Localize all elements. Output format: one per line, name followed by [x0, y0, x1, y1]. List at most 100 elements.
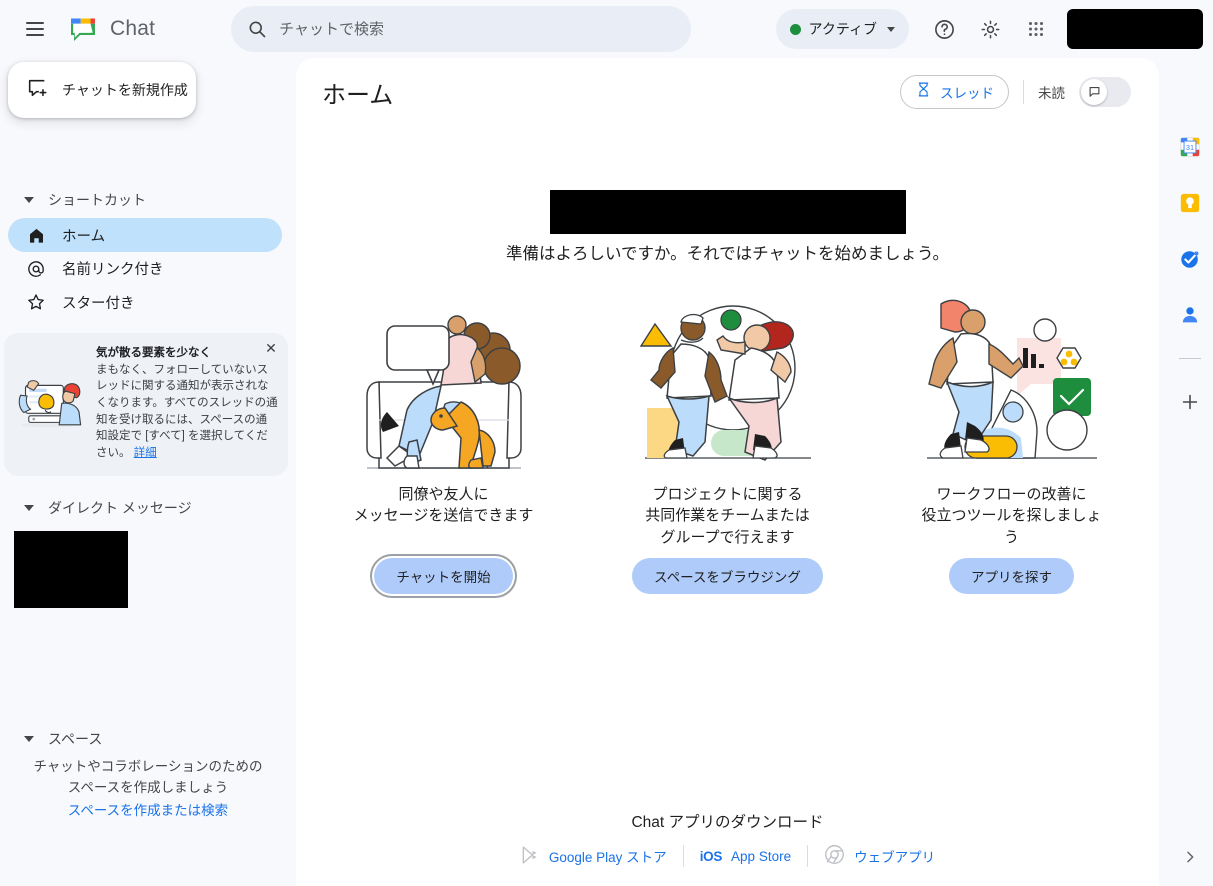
find-apps-button[interactable]: アプリを探す	[949, 558, 1074, 594]
shortcuts-title: ショートカット	[48, 192, 146, 209]
shortcuts-section-header[interactable]: ショートカット	[0, 183, 296, 219]
onboarding-card: プロジェクトに関する 共同作業をチームまたは グループで行えます スペースをブラ…	[614, 290, 842, 594]
chevron-down-icon	[24, 736, 34, 743]
promo-text: 気が散る要素を少なくまもなく、フォローしていないスレッドに関する通知が表示されな…	[96, 345, 278, 462]
chevron-down-icon	[887, 26, 895, 32]
sidebar-item-starred[interactable]: スター付き	[8, 285, 282, 319]
app-body: チャットを新規作成 ショートカット ホーム 名前リンク付き スター付き ✕ 気が…	[0, 58, 1213, 886]
app-store-link[interactable]: iOS App Store	[684, 849, 807, 864]
google-chat-logo	[68, 14, 98, 44]
mention-at-icon	[26, 259, 46, 279]
chrome-icon	[824, 844, 845, 868]
spaces-empty-state: チャットやコラボレーションのための スペースを作成しましょう スペースを作成また…	[0, 757, 296, 886]
top-bar: Chat アクティブ	[0, 0, 1213, 58]
search-icon	[247, 19, 267, 39]
google-keep-icon[interactable]	[1173, 186, 1207, 220]
google-play-link[interactable]: Google Play ストア	[504, 845, 683, 868]
add-icon[interactable]	[1173, 385, 1207, 419]
home-icon	[26, 225, 46, 245]
toggle-knob	[1081, 79, 1107, 105]
promo-body: まもなく、フォローしていないスレッドに関する通知が表示されなくなります。すべての…	[96, 363, 278, 460]
browse-spaces-button[interactable]: スペースをブラウジング	[632, 558, 823, 594]
help-icon[interactable]	[923, 8, 965, 50]
sidebar-item-home[interactable]: ホーム	[8, 218, 282, 252]
brand: Chat	[68, 14, 155, 44]
new-chat-label: チャットを新規作成	[62, 82, 188, 98]
calendar-day-number: 31	[1186, 143, 1194, 152]
app-store-label: App Store	[731, 848, 792, 864]
chat-app-window: Chat アクティブ	[0, 0, 1213, 886]
sidebar-item-mentions[interactable]: 名前リンク付き	[8, 252, 282, 286]
divider	[1179, 358, 1201, 359]
main-body: 準備はよろしいですか。それではチャットを始めましょう。 同僚や友人に メッセージ…	[296, 126, 1159, 886]
download-apps-section: Chat アプリのダウンロード Google Play ストア iOS App …	[296, 810, 1159, 868]
close-icon[interactable]: ✕	[262, 339, 280, 357]
chevron-down-icon	[24, 504, 34, 511]
card-text-line: メッセージを送信できます	[353, 507, 534, 525]
google-play-icon	[520, 845, 540, 868]
page-title: ホーム	[322, 81, 394, 109]
promo-title: 気が散る要素を少なく	[96, 347, 211, 360]
sidebar-item-label: 名前リンク付き	[62, 262, 164, 279]
search-input[interactable]	[279, 20, 676, 38]
web-app-link[interactable]: ウェブアプリ	[808, 844, 951, 868]
direct-messages-title: ダイレクト メッセージ	[48, 499, 192, 516]
card-text-line: 同僚や友人に	[398, 486, 489, 503]
search-container	[231, 6, 692, 52]
new-chat-button[interactable]: チャットを新規作成	[8, 62, 196, 118]
sidebar-item-label: ホーム	[62, 228, 106, 245]
star-icon	[26, 292, 46, 312]
threads-filter-chip[interactable]: スレッド	[900, 75, 1009, 109]
google-tasks-icon[interactable]	[1173, 242, 1207, 276]
card-text-line: う	[1003, 528, 1019, 546]
chevron-right-icon[interactable]	[1175, 842, 1205, 872]
main-panel-container: ホーム スレッド 未読 準備はよろしいですか。それではチャットを始めましょう。 …	[296, 58, 1167, 886]
unread-flag-icon	[1089, 86, 1099, 97]
spaces-empty-line1: チャットやコラボレーションのための	[33, 759, 263, 775]
status-dot-icon	[789, 23, 801, 35]
card-text-line: ワークフローの改善に	[936, 486, 1087, 503]
hamburger-menu-icon[interactable]	[18, 12, 52, 46]
welcome-subtitle: 準備はよろしいですか。それではチャットを始めましょう。	[505, 245, 950, 263]
status-selector[interactable]: アクティブ	[775, 9, 909, 49]
person-on-chair-with-dog-illustration	[349, 290, 539, 480]
brand-name: Chat	[110, 17, 156, 40]
card-text-line: プロジェクトに関する	[652, 486, 803, 503]
new-chat-icon	[26, 77, 48, 104]
main-header-actions: スレッド 未読	[900, 75, 1131, 109]
promo-learn-more-link[interactable]: 詳細	[134, 447, 157, 459]
create-or-find-space-link[interactable]: スペースを作成または検索	[68, 803, 228, 818]
google-contacts-icon[interactable]	[1173, 298, 1207, 332]
card-text-line: グループで行えます	[660, 528, 795, 546]
person-with-tools-illustration	[917, 290, 1107, 480]
settings-gear-icon[interactable]	[969, 8, 1011, 50]
direct-message-item[interactable]	[14, 531, 128, 608]
card-text: プロジェクトに関する 共同作業をチームまたは グループで行えます	[645, 484, 810, 548]
person-with-bell-illustration	[14, 370, 88, 437]
google-play-label: Google Play ストア	[548, 850, 667, 865]
spaces-section-header[interactable]: スペース	[0, 722, 296, 758]
greeting-redacted	[549, 190, 906, 234]
promo-notification-card: ✕ 気が散る要素を少なく まもなく、フォローしていないスレッドに関する通知が表示…	[4, 333, 288, 476]
unread-filter-label: 未読	[1038, 86, 1065, 101]
start-chat-button[interactable]: チャットを開始	[374, 558, 513, 594]
google-calendar-icon[interactable]: 31	[1173, 130, 1207, 164]
onboarding-card: 同僚や友人に メッセージを送信できます チャットを開始	[330, 290, 558, 594]
unread-filter-toggle[interactable]	[1079, 77, 1131, 107]
direct-messages-section-header[interactable]: ダイレクト メッセージ	[0, 490, 296, 526]
google-apps-grid-icon[interactable]	[1015, 8, 1057, 50]
account-avatar[interactable]	[1067, 9, 1203, 49]
web-app-label: ウェブアプリ	[854, 850, 936, 865]
sidebar-item-label: スター付き	[62, 295, 135, 312]
threads-filter-icon	[915, 81, 932, 103]
threads-filter-label: スレッド	[940, 86, 994, 101]
card-text-line: 役立つツールを探しましょ	[921, 507, 1102, 525]
divider	[1023, 80, 1024, 104]
onboarding-card: ワークフローの改善に 役立つツールを探しましょ う アプリを探す	[898, 290, 1126, 594]
main-header: ホーム スレッド 未読	[296, 58, 1159, 126]
ios-mark-icon: iOS	[699, 848, 723, 864]
search-box[interactable]	[231, 6, 692, 52]
card-text: ワークフローの改善に 役立つツールを探しましょ う	[921, 484, 1101, 548]
download-title: Chat アプリのダウンロード	[631, 814, 824, 831]
chevron-down-icon	[24, 197, 34, 204]
